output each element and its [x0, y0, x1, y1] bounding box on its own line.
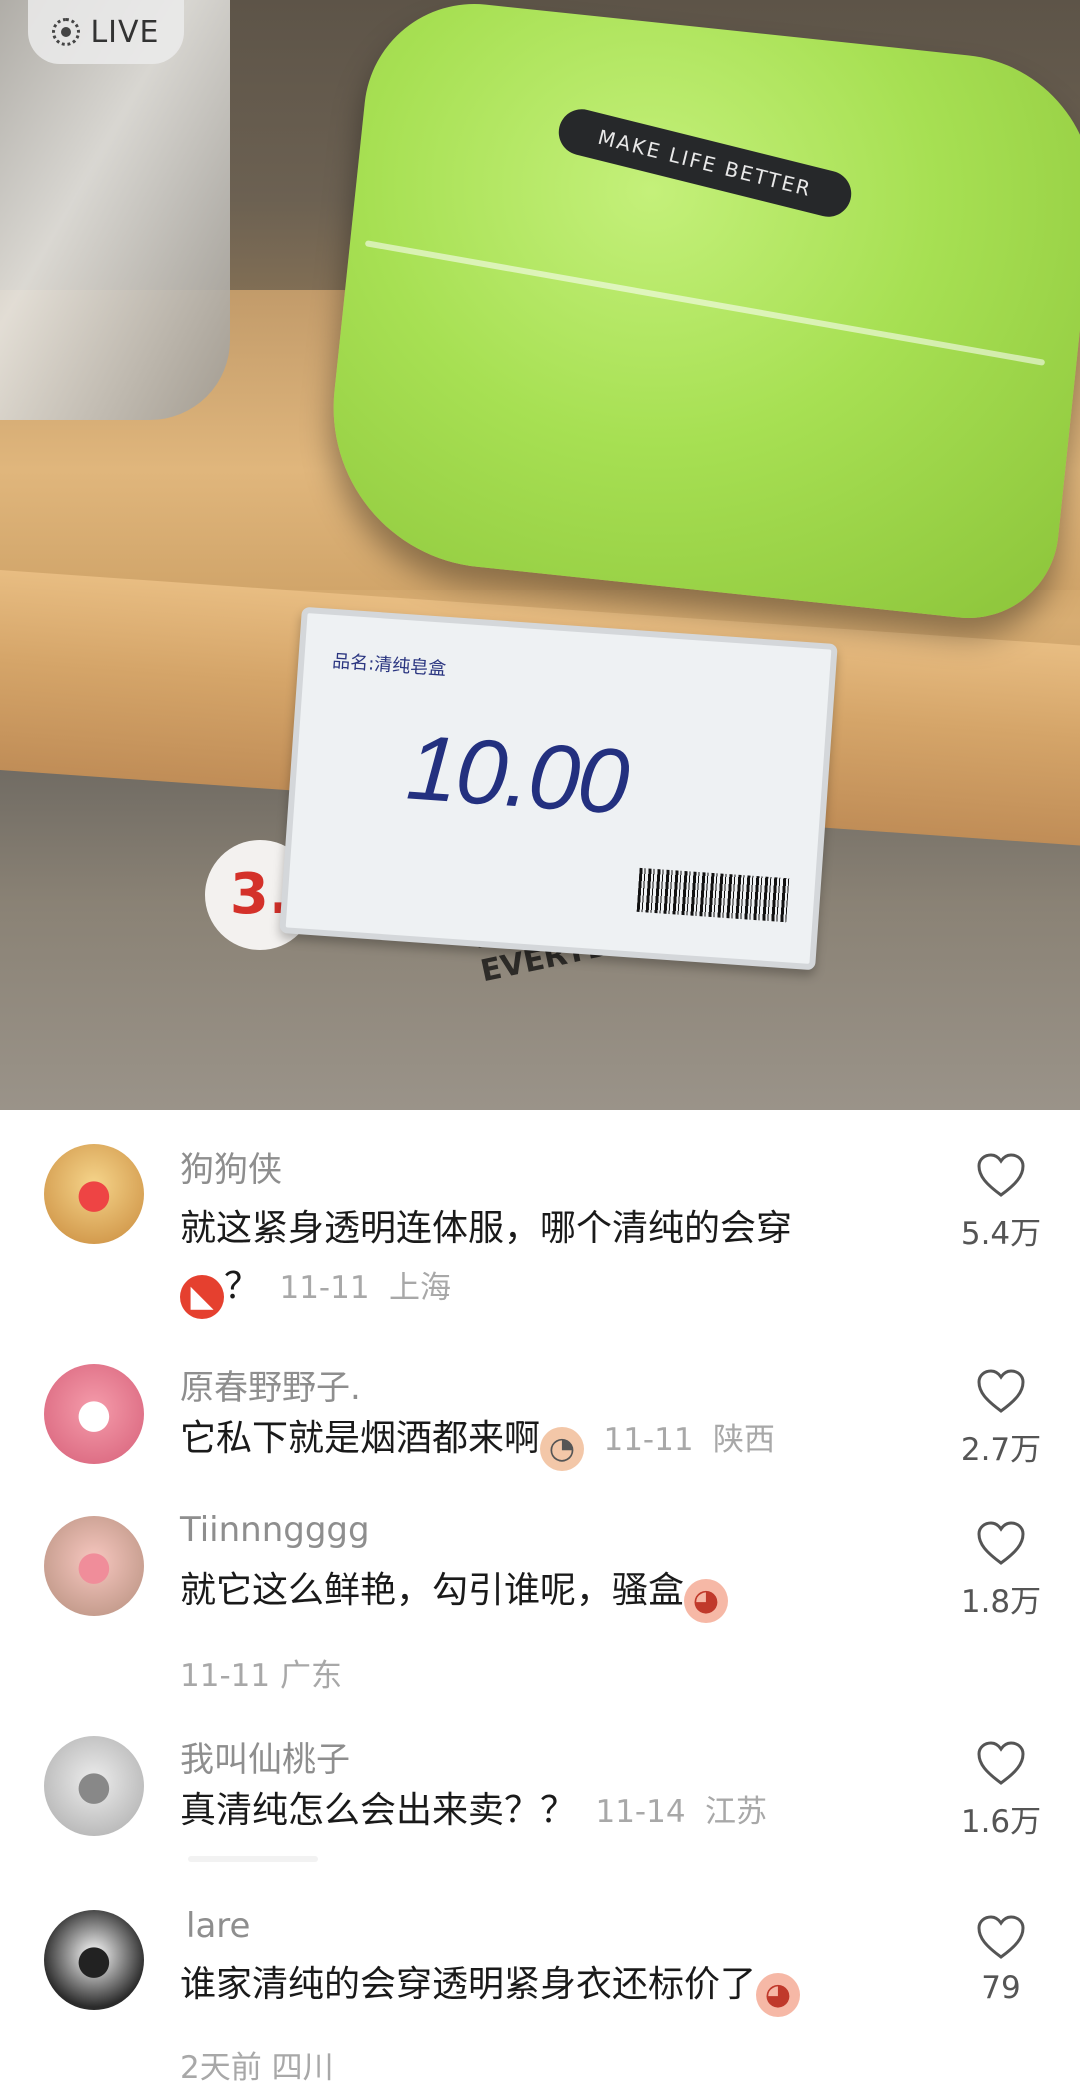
comment-text: 谁家清纯的会穿透明紧身衣还标价了 ◕	[180, 1956, 920, 2017]
smoking-face-emoji: ◔	[540, 1427, 585, 1471]
price-tag: 品名:清纯皂盒 10.00	[279, 606, 838, 971]
heart-icon	[977, 1369, 1025, 1413]
comment-location: 上海	[389, 1270, 452, 1306]
comment-username[interactable]: 原春野野子.	[180, 1360, 361, 1409]
price-tag-product-name: 品名:清纯皂盒	[331, 650, 447, 680]
comment-username[interactable]: lare	[186, 1906, 250, 1946]
comment-text: 就它这么鲜艳，勾引谁呢，骚盒 ◕	[180, 1562, 920, 1623]
comment-date: 2天前	[180, 2050, 262, 2086]
shy-face-emoji: ◕	[684, 1579, 729, 1623]
comment-location: 广东	[279, 1658, 342, 1694]
angry-face-emoji: ◣	[180, 1275, 224, 1319]
heart-icon	[977, 1153, 1025, 1197]
barcode-icon	[636, 867, 790, 923]
shy-face-emoji: ◕	[756, 1973, 801, 2017]
post-photo[interactable]: MAKE LIFE BETTER 3. HEY LIFE HIGH EVERYD…	[0, 0, 1080, 1110]
like-count: 1.8万	[960, 1584, 1042, 1620]
comment-location: 江苏	[705, 1794, 768, 1830]
like-count: 1.6万	[960, 1804, 1042, 1840]
comment-date: 11-14	[595, 1794, 686, 1830]
price-tag-price: 10.00	[403, 716, 631, 834]
like-button[interactable]: 1.8万	[946, 1520, 1056, 1621]
comment-date: 11-11	[279, 1270, 370, 1306]
comment-location: 陕西	[713, 1422, 776, 1458]
live-photo-icon	[52, 18, 81, 46]
comment-text: 就这紧身透明连体服，哪个清纯的会穿 ◣？ 11-11 上海	[180, 1200, 920, 1319]
green-soap-box	[317, 0, 1080, 627]
live-badge-label: LIVE	[90, 14, 160, 50]
comment-meta: 2天前 四川	[180, 2042, 334, 2087]
pink-pig-avatar[interactable]: ●	[44, 1364, 144, 1464]
like-button[interactable]: 79	[946, 1914, 1056, 2006]
like-count: 2.7万	[960, 1432, 1042, 1468]
like-count: 79	[981, 1970, 1021, 2006]
pink-doll-avatar[interactable]: ●	[44, 1516, 144, 1616]
rabbit-avatar[interactable]: ●	[44, 1736, 144, 1836]
live-photo-badge[interactable]: LIVE	[28, 0, 184, 64]
comment-text: 它私下就是烟酒都来啊 ◔ 11-11 陕西	[180, 1410, 920, 1471]
comment-username[interactable]: Tiinnngggg	[180, 1510, 370, 1550]
divider	[188, 1856, 318, 1862]
comment-username[interactable]: 狗狗侠	[180, 1142, 282, 1191]
like-button[interactable]: 2.7万	[946, 1368, 1056, 1469]
like-button[interactable]: 1.6万	[946, 1740, 1056, 1841]
comment-text: 真清纯怎么会出来卖？？ 11-14 江苏	[180, 1790, 768, 1831]
comment-location: 四川	[271, 2050, 334, 2086]
like-count: 5.4万	[960, 1216, 1042, 1252]
heart-icon	[977, 1741, 1025, 1785]
bear-hat-avatar[interactable]: ●	[44, 1144, 144, 1244]
comment-username[interactable]: 我叫仙桃子	[180, 1732, 350, 1781]
heart-icon	[977, 1915, 1025, 1959]
like-button[interactable]: 5.4万	[946, 1152, 1056, 1253]
comment-meta: 11-11 广东	[180, 1650, 342, 1695]
puppy-avatar[interactable]: ●	[44, 1910, 144, 2010]
heart-icon	[977, 1521, 1025, 1565]
comment-date: 11-11	[180, 1658, 271, 1694]
comment-date: 11-11	[603, 1422, 694, 1458]
